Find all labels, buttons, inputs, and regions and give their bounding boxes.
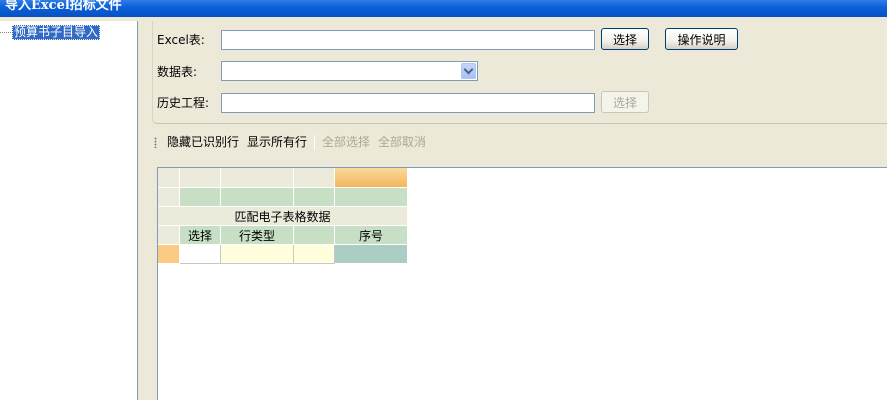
help-button[interactable]: 操作说明 <box>665 28 738 50</box>
sheet-label: 数据表: <box>157 65 198 79</box>
import-form-panel: Excel表: 选择 操作说明 数据表: 历史工程: 选择 <box>152 21 887 124</box>
tree-item-budget-import[interactable]: 预算书子目导入 <box>0 24 101 40</box>
row-header[interactable] <box>158 188 180 207</box>
header-cell <box>335 188 408 207</box>
column-header-row-type[interactable]: 行类型 <box>221 226 294 245</box>
spreadsheet-grid[interactable]: 匹配电子表格数据 选择 行类型 序号 <box>157 167 887 400</box>
toolbar-grip-icon[interactable] <box>154 137 157 148</box>
window-title: 导入Excel招标文件 <box>5 0 122 13</box>
column-header[interactable] <box>221 168 294 188</box>
select-all-button: 全部选择 <box>322 135 371 149</box>
history-project-input[interactable] <box>221 93 595 113</box>
excel-select-button[interactable]: 选择 <box>601 28 649 50</box>
excel-file-label: Excel表: <box>157 33 205 47</box>
column-header[interactable] <box>180 168 221 188</box>
table-cell[interactable] <box>221 245 294 264</box>
toolbar-separator <box>314 135 316 150</box>
row-header[interactable] <box>158 226 180 245</box>
panel-splitter[interactable] <box>138 21 152 400</box>
deselect-all-button: 全部取消 <box>378 135 427 149</box>
chevron-down-icon[interactable] <box>461 63 476 79</box>
column-header-blank[interactable] <box>294 226 335 245</box>
history-project-label: 历史工程: <box>157 96 210 110</box>
import-type-tree[interactable]: 预算书子目导入 <box>0 21 138 400</box>
table-cell[interactable] <box>180 245 221 264</box>
row-header-selected[interactable] <box>158 245 180 264</box>
tree-connector-line <box>0 31 11 33</box>
hide-recognized-rows-button[interactable]: 隐藏已识别行 <box>163 133 243 152</box>
column-header[interactable] <box>294 168 335 188</box>
show-all-rows-button[interactable]: 显示所有行 <box>243 133 311 152</box>
table-cell[interactable] <box>335 245 408 264</box>
header-cell <box>294 188 335 207</box>
grid-toolbar: 隐藏已识别行 显示所有行 全部选择 全部取消 <box>152 133 435 152</box>
column-header-select[interactable]: 选择 <box>180 226 221 245</box>
table-cell[interactable] <box>294 245 335 264</box>
excel-file-input[interactable] <box>221 30 595 50</box>
column-header-sequence[interactable]: 序号 <box>335 226 408 245</box>
header-cell <box>221 188 294 207</box>
column-header-selected[interactable] <box>335 168 408 188</box>
window-title-bar: 导入Excel招标文件 <box>0 0 887 17</box>
corner-cell[interactable] <box>158 168 180 188</box>
group-header: 匹配电子表格数据 <box>158 207 408 226</box>
history-select-button: 选择 <box>601 91 649 113</box>
tree-item-label[interactable]: 预算书子目导入 <box>12 24 101 40</box>
header-cell <box>180 188 221 207</box>
sheet-select[interactable] <box>221 61 478 81</box>
